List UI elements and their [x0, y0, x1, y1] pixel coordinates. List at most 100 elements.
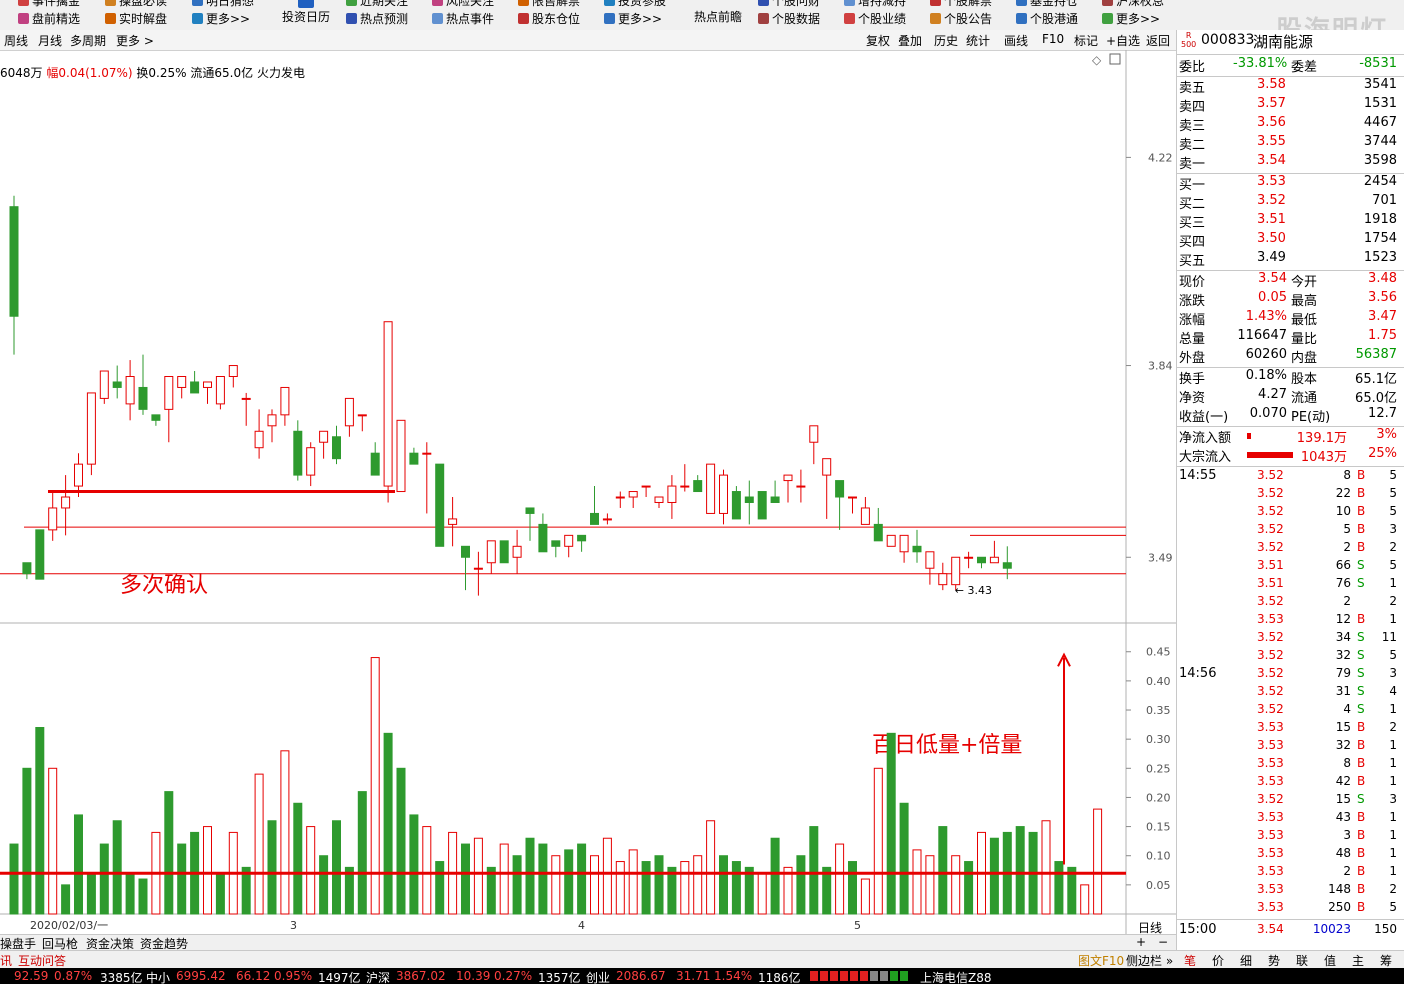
kline-chart[interactable]: ◇ 4.22 3.84 3.49 0.45 0.40 0.35 0.30 0.25 0.20 0.1…: [0, 50, 1176, 934]
toolbar-item[interactable]: 个股解禁: [930, 0, 992, 8]
detail-tab[interactable]: 细: [1240, 952, 1252, 969]
chart-tool-button[interactable]: 复权: [866, 32, 890, 49]
toolbar-item[interactable]: 投资参股: [604, 0, 666, 8]
detail-tab[interactable]: 价: [1212, 952, 1224, 969]
toolbar-item[interactable]: 股东仓位: [518, 12, 580, 26]
toolbar-item[interactable]: 盘前精选: [18, 12, 80, 26]
toolbar-item-label: 个股问财: [772, 0, 821, 8]
chart-tool-button[interactable]: 历史: [934, 32, 958, 49]
f10-link[interactable]: 图文F10: [1078, 952, 1124, 969]
volume-bar: [473, 837, 483, 915]
candle: [706, 463, 716, 514]
chart-tool-button[interactable]: 返回: [1146, 32, 1170, 49]
calendar-button[interactable]: 投资日历: [282, 0, 330, 24]
detail-tab[interactable]: 值: [1324, 952, 1336, 969]
toolbar-item-icon: [346, 0, 357, 6]
toolbar-item[interactable]: 沪深权息: [1102, 0, 1164, 8]
volume-bar: [86, 872, 96, 915]
candle: [61, 475, 71, 536]
chart-tool-button[interactable]: 叠加: [898, 32, 922, 49]
stat-label: 内盘: [1291, 351, 1318, 366]
chart-tool-button[interactable]: 统计: [966, 32, 990, 49]
candle: [770, 480, 780, 503]
toolbar-item[interactable]: 风险关注: [432, 0, 494, 8]
toolbar-item[interactable]: 近期关注: [346, 0, 408, 8]
sidebar-link[interactable]: 侧边栏 »: [1126, 952, 1173, 969]
candle: [538, 513, 548, 553]
toolbar-item[interactable]: 操盘必读: [105, 0, 167, 8]
candle-body: [370, 452, 380, 476]
tick-side: B: [1357, 900, 1366, 914]
zoom-in-button[interactable]: +: [1136, 935, 1146, 949]
volume-tick-label: 0.30: [1146, 733, 1171, 746]
toolbar-item[interactable]: 实时解盘: [105, 12, 167, 26]
volume-tick-label: 0.25: [1146, 762, 1171, 775]
toolbar-item-label: 个股业绩: [858, 12, 907, 26]
toolbar-item-label: 热点预测: [360, 12, 409, 26]
candle: [873, 507, 883, 542]
chart-tool-button[interactable]: +自选: [1106, 32, 1140, 49]
toolbar-item[interactable]: 事件擒金: [18, 0, 80, 8]
flow-bar: [1247, 433, 1251, 439]
candle-body: [667, 485, 677, 503]
candle: [912, 529, 922, 563]
chart-tool-button[interactable]: 标记: [1074, 32, 1098, 49]
candle-body: [989, 556, 999, 564]
chart-tool-button[interactable]: F10: [1042, 32, 1064, 46]
period-tab[interactable]: 多周期: [70, 32, 106, 49]
candle-body: [61, 496, 71, 509]
candle-body: [757, 491, 767, 520]
candle-body: [280, 386, 290, 416]
candle: [848, 496, 857, 514]
indicator-tabs: 操盘手 回马枪 资金决策 资金趋势 日线 + −: [0, 921, 1176, 951]
candle: [177, 376, 187, 399]
toolbar-item[interactable]: 个股港通: [1016, 12, 1078, 26]
period-tab[interactable]: 月线: [38, 32, 62, 49]
toolbar-item[interactable]: 个股公告: [930, 12, 992, 26]
index-value: 6995.42: [176, 969, 226, 983]
volume-bar: [835, 843, 845, 915]
stat-value: 65.1亿: [1355, 372, 1397, 387]
toolbar-item[interactable]: 个股问财: [758, 0, 820, 8]
toolbar-item[interactable]: 更多>>: [192, 12, 250, 26]
diamond-icon[interactable]: ◇: [1092, 53, 1102, 67]
detail-tab[interactable]: 势: [1268, 952, 1280, 969]
toolbar-item[interactable]: 基金持仓: [1016, 0, 1078, 8]
toolbar-item[interactable]: 个股数据: [758, 12, 820, 26]
info-tab[interactable]: 互动问答: [18, 952, 66, 969]
toolbar-item[interactable]: 热点事件: [432, 12, 494, 26]
bid-row: 买一 3.53 2454: [1177, 174, 1403, 193]
toolbar-item[interactable]: 明日猜想: [192, 0, 254, 8]
detail-tab[interactable]: 联: [1296, 952, 1308, 969]
x-axis-label: 3: [290, 919, 297, 932]
toolbar-item[interactable]: 更多>>: [1102, 12, 1160, 26]
toolbar-item[interactable]: 热点预测: [346, 12, 408, 26]
tick-side: B: [1357, 810, 1366, 824]
toolbar-item[interactable]: 更多>>: [604, 12, 662, 26]
window-icon[interactable]: [1109, 53, 1121, 65]
ask-price: 3.57: [1257, 96, 1286, 111]
candle: [757, 491, 767, 520]
chart-tool-button[interactable]: 画线: [1004, 32, 1028, 49]
breadth-segment: [850, 971, 858, 981]
toolbar-item[interactable]: 增持减持: [844, 0, 906, 8]
period-tab[interactable]: 更多 >: [116, 32, 154, 49]
candle: [448, 497, 458, 547]
toolbar-item-icon: [930, 0, 941, 6]
candle-body: [473, 567, 483, 570]
toolbar-item[interactable]: 限售解禁: [518, 0, 580, 8]
hot-preview-button[interactable]: 热点前瞻: [694, 10, 742, 24]
detail-tab[interactable]: 筹: [1380, 952, 1392, 969]
period-tab[interactable]: 周线: [4, 32, 28, 49]
zoom-out-button[interactable]: −: [1158, 935, 1168, 949]
toolbar-item[interactable]: 个股业绩: [844, 12, 906, 26]
detail-tab[interactable]: 主: [1352, 952, 1364, 969]
volume-bar: [899, 802, 909, 915]
detail-tab[interactable]: 笔: [1184, 952, 1196, 969]
volume-bar: [280, 750, 290, 915]
candle-body: [499, 540, 509, 564]
tick-price: 3.53: [1257, 900, 1284, 914]
candle: [228, 365, 238, 388]
candle: [564, 534, 574, 558]
info-tab[interactable]: 讯: [0, 952, 12, 969]
